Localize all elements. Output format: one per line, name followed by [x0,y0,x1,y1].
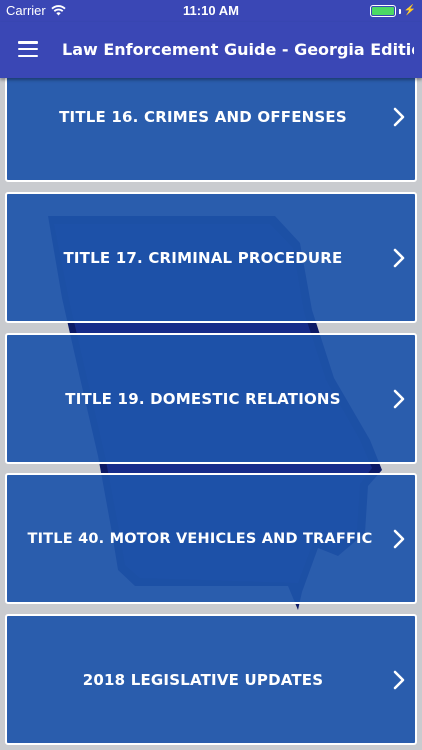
status-right: ⚡ [369,5,416,17]
hamburger-menu-icon[interactable] [18,41,38,57]
menu-line [18,47,38,51]
list-item-title-17[interactable]: TITLE 17. CRIMINAL PROCEDURE [5,192,417,323]
title-list: TITLE 16. CRIMES AND OFFENSES TITLE 17. … [0,51,422,750]
battery-icon [369,5,396,17]
status-bar: Carrier 11:10 AM ⚡ [0,0,422,22]
list-item-2018-legislative-updates[interactable]: 2018 LEGISLATIVE UPDATES [5,614,417,745]
battery-tip [398,8,401,14]
list-item-label: 2018 LEGISLATIVE UPDATES [82,670,324,689]
list-item-label: TITLE 40. MOTOR VEHICLES AND TRAFFIC [27,530,373,547]
chevron-right-icon [393,529,405,548]
list-item-title-19[interactable]: TITLE 19. DOMESTIC RELATIONS [5,333,417,464]
nav-title: Law Enforcement Guide - Georgia Edition [62,40,414,59]
nav-bar: Law Enforcement Guide - Georgia Edition [0,22,422,78]
chevron-right-icon [393,389,405,408]
chevron-right-icon [393,107,405,126]
status-time: 11:10 AM [183,3,239,18]
menu-line [18,54,38,57]
menu-line [18,41,38,44]
charging-bolt-icon: ⚡ [403,5,416,16]
chevron-right-icon [393,670,405,689]
list-item-label: TITLE 17. CRIMINAL PROCEDURE [63,248,343,267]
list-item-label: TITLE 19. DOMESTIC RELATIONS [65,389,341,408]
list-item-title-40[interactable]: TITLE 40. MOTOR VEHICLES AND TRAFFIC [5,473,417,604]
chevron-right-icon [393,248,405,267]
battery-fill [371,7,394,15]
